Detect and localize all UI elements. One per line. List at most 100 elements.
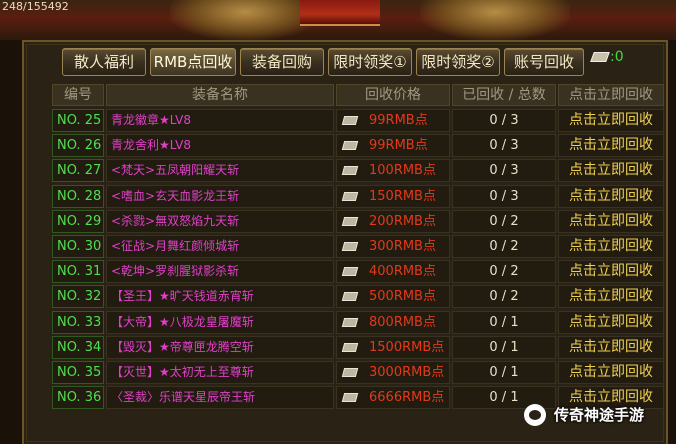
ticket-icon bbox=[341, 292, 359, 302]
ticket-icon bbox=[341, 191, 359, 201]
ticket-icon bbox=[341, 141, 359, 151]
item-price: 200RMB点 bbox=[336, 209, 450, 233]
watermark-text: 传奇神途手游 bbox=[554, 406, 645, 424]
tab-equipment-buyback[interactable]: 装备回购 bbox=[240, 48, 324, 76]
table-row: NO. 32 【圣王】★旷天钱道赤宵斩 500RMB点 0 / 2 点击立即回收 bbox=[52, 284, 664, 309]
item-number: NO. 25 bbox=[52, 109, 104, 132]
dragon-ornament-right bbox=[420, 0, 570, 40]
item-number: NO. 28 bbox=[52, 184, 104, 208]
currency-count: :0 bbox=[610, 49, 624, 65]
item-recycled-count: 0 / 2 bbox=[452, 285, 556, 309]
recycle-now-button[interactable]: 点击立即回收 bbox=[558, 335, 664, 359]
item-price-value: 1500RMB点 bbox=[369, 339, 445, 355]
tab-scatter-welfare[interactable]: 散人福利 bbox=[62, 48, 146, 76]
watermark: 传奇神途手游 bbox=[524, 402, 674, 428]
header-number: 编号 bbox=[52, 84, 104, 106]
recycle-now-button[interactable]: 点击立即回收 bbox=[558, 235, 664, 258]
item-price-value: 400RMB点 bbox=[369, 264, 436, 280]
table-row: NO. 27 <梵天>五凤朝阳耀天斩 100RMB点 0 / 3 点击立即回收 bbox=[52, 158, 664, 183]
item-price-value: 800RMB点 bbox=[369, 314, 436, 330]
item-name: <杀戮>無双怒焰九天斩 bbox=[106, 209, 334, 233]
recycle-now-button[interactable]: 点击立即回收 bbox=[558, 109, 664, 132]
ticket-icon bbox=[341, 393, 359, 403]
header-count: 已回收 / 总数 bbox=[452, 84, 556, 106]
recycle-now-button[interactable]: 点击立即回收 bbox=[558, 260, 664, 284]
recycle-now-button[interactable]: 点击立即回收 bbox=[558, 209, 664, 233]
table-row: NO. 25 青龙徽章★LV8 99RMB点 0 / 3 点击立即回收 bbox=[52, 108, 664, 133]
item-price: 6666RMB点 bbox=[336, 386, 450, 410]
item-price: 100RMB点 bbox=[336, 159, 450, 183]
wechat-logo-icon bbox=[524, 404, 546, 426]
header-price: 回收价格 bbox=[336, 84, 450, 106]
item-name: 【圣王】★旷天钱道赤宵斩 bbox=[106, 285, 334, 309]
coordinates-readout: 248/155492 bbox=[2, 0, 69, 13]
item-price-value: 300RMB点 bbox=[369, 239, 436, 254]
table-row: NO. 33 【大帝】★八极龙皇屠魔斩 800RMB点 0 / 1 点击立即回收 bbox=[52, 310, 664, 335]
ticket-icon bbox=[341, 166, 359, 176]
item-name: 【灭世】★太初无上至尊斩 bbox=[106, 361, 334, 384]
item-recycled-count: 0 / 2 bbox=[452, 209, 556, 233]
item-price: 99RMB点 bbox=[336, 109, 450, 132]
item-recycled-count: 0 / 3 bbox=[452, 159, 556, 183]
tab-account-recycle[interactable]: 账号回收 bbox=[504, 48, 584, 76]
recycle-now-button[interactable]: 点击立即回收 bbox=[558, 134, 664, 158]
table-row: NO. 35 【灭世】★太初无上至尊斩 3000RMB点 0 / 1 点击立即回收 bbox=[52, 360, 664, 385]
item-recycled-count: 0 / 1 bbox=[452, 335, 556, 359]
item-number: NO. 32 bbox=[52, 285, 104, 309]
ticket-icon bbox=[341, 216, 359, 226]
item-recycled-count: 0 / 1 bbox=[452, 361, 556, 384]
tab-rmb-recycle[interactable]: RMB点回收 bbox=[150, 48, 236, 76]
table-row: NO. 29 <杀戮>無双怒焰九天斩 200RMB点 0 / 2 点击立即回收 bbox=[52, 209, 664, 234]
item-price-value: 99RMB点 bbox=[369, 113, 428, 128]
item-number: NO. 27 bbox=[52, 159, 104, 183]
item-number: NO. 33 bbox=[52, 310, 104, 334]
item-name: <征战>月舞红颜倾城斩 bbox=[106, 235, 334, 258]
item-price: 1500RMB点 bbox=[336, 335, 450, 359]
header-action: 点击立即回收 bbox=[558, 84, 664, 106]
item-recycled-count: 0 / 3 bbox=[452, 134, 556, 158]
table-row: NO. 30 <征战>月舞红颜倾城斩 300RMB点 0 / 2 点击立即回收 bbox=[52, 234, 664, 259]
item-name: 青龙舍利★LV8 bbox=[106, 134, 334, 158]
item-name: 【大帝】★八极龙皇屠魔斩 bbox=[106, 310, 334, 334]
table-row: NO. 34 【毁灭】★帝尊匣龙腾空斩 1500RMB点 0 / 1 点击立即回收 bbox=[52, 335, 664, 360]
recycle-now-button[interactable]: 点击立即回收 bbox=[558, 361, 664, 384]
dragon-ornament-left bbox=[170, 0, 320, 40]
item-price: 400RMB点 bbox=[336, 260, 450, 284]
ticket-icon bbox=[341, 342, 359, 352]
item-name: 〈圣裁〉乐谱天星辰帝王斩 bbox=[106, 386, 334, 410]
item-number: NO. 26 bbox=[52, 134, 104, 158]
item-number: NO. 35 bbox=[52, 361, 104, 384]
item-name: <乾坤>罗刹腥狱影杀斩 bbox=[106, 260, 334, 284]
item-price-value: 500RMB点 bbox=[369, 289, 436, 305]
item-price: 800RMB点 bbox=[336, 310, 450, 334]
tab-limited-reward-1[interactable]: 限时领奖① bbox=[328, 48, 412, 76]
item-number: NO. 31 bbox=[52, 260, 104, 284]
table-row: NO. 31 <乾坤>罗刹腥狱影杀斩 400RMB点 0 / 2 点击立即回收 bbox=[52, 259, 664, 284]
ticket-icon bbox=[341, 267, 359, 277]
tab-limited-reward-2[interactable]: 限时领奖② bbox=[416, 48, 500, 76]
recycle-now-button[interactable]: 点击立即回收 bbox=[558, 184, 664, 208]
recycle-now-button[interactable]: 点击立即回收 bbox=[558, 159, 664, 183]
item-price: 300RMB点 bbox=[336, 235, 450, 258]
recycle-now-button[interactable]: 点击立即回收 bbox=[558, 310, 664, 334]
item-price-value: 6666RMB点 bbox=[369, 390, 445, 406]
banner-center-ornament bbox=[300, 0, 380, 26]
table-row: NO. 28 <嗜血>玄天血影龙王斩 150RMB点 0 / 3 点击立即回收 bbox=[52, 184, 664, 209]
recycle-now-button[interactable]: 点击立即回收 bbox=[558, 285, 664, 309]
ticket-icon bbox=[341, 368, 359, 377]
item-name: 青龙徽章★LV8 bbox=[106, 109, 334, 132]
item-price: 3000RMB点 bbox=[336, 361, 450, 384]
item-price-value: 150RMB点 bbox=[369, 188, 436, 204]
item-price: 150RMB点 bbox=[336, 184, 450, 208]
item-recycled-count: 0 / 2 bbox=[452, 260, 556, 284]
item-number: NO. 30 bbox=[52, 235, 104, 258]
ticket-icon bbox=[341, 317, 359, 327]
item-price-value: 3000RMB点 bbox=[369, 365, 445, 380]
item-price-value: 99RMB点 bbox=[369, 138, 428, 154]
item-price-value: 100RMB点 bbox=[369, 163, 436, 179]
item-number: NO. 34 bbox=[52, 335, 104, 359]
item-number: NO. 36 bbox=[52, 386, 104, 410]
item-name: <嗜血>玄天血影龙王斩 bbox=[106, 184, 334, 208]
ticket-icon bbox=[341, 116, 359, 125]
item-recycled-count: 0 / 3 bbox=[452, 184, 556, 208]
